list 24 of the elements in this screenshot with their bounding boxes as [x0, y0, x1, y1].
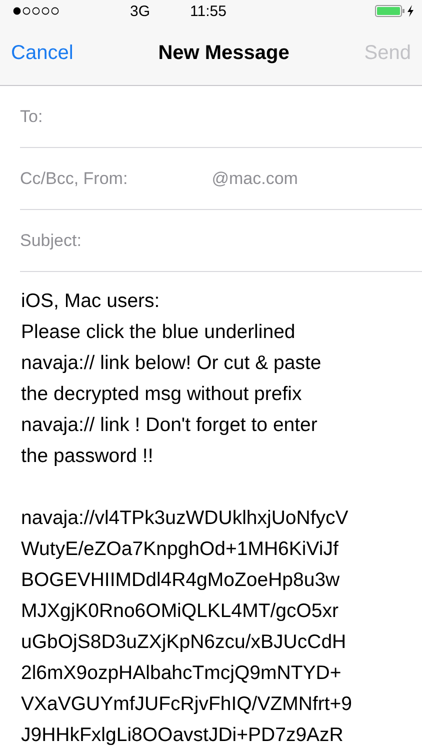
- encrypted-text-line: navaja://vl4TPk3uzWDUklhxjUoNfycV: [21, 506, 350, 531]
- network-type: 3G: [130, 2, 150, 20]
- message-text-line: navaja:// link below! Or cut & paste: [21, 351, 322, 376]
- field-label: To:: [20, 106, 43, 126]
- cancel-button[interactable]: Cancel: [11, 42, 74, 65]
- message-text-line: the decrypted msg without prefix: [21, 382, 303, 407]
- clock-time: 11:55: [190, 2, 226, 20]
- encrypted-text-line: uGbOjS8D3uZXjKpN6zcu/xBJUcCdH: [21, 630, 348, 655]
- encrypted-text-line: MJXgjK0Rno6OMiQLKL4MT/gcO5xr: [21, 599, 340, 624]
- encrypted-text-line: VXaVGUYmfJUFcRjvFhIQ/VZMNfrt+9: [21, 692, 354, 717]
- battery-icon: [375, 5, 405, 17]
- message-text-line: Please click the blue underlined: [21, 320, 296, 345]
- message-text-line: the password !!: [21, 444, 154, 469]
- encrypted-text-line: BOGEVHIIMDdl4R4gMoZoeHp8u3w: [21, 568, 341, 593]
- screen-title: New Message: [157, 42, 290, 65]
- encrypted-text-line: 2l6mX9ozpHAlbahcTmcjQ9mNTYD+: [21, 661, 342, 686]
- encrypted-text-line: WutyE/eZOa7KnpghOd+1MH6KiViJf: [21, 537, 340, 562]
- message-text-line: navaja:// link ! Don't forget to enter: [21, 413, 318, 438]
- message-text-line: iOS, Mac users:: [21, 289, 161, 314]
- charging-bolt-icon: [407, 5, 414, 17]
- field-label: Cc/Bcc, From:: [20, 168, 128, 188]
- encrypted-text-line: J9HHkFxlgLi8OOavstJDi+PD7z9AzR: [21, 723, 344, 748]
- field-value[interactable]: @mac.com: [212, 168, 338, 188]
- field-label: Subject:: [20, 230, 82, 250]
